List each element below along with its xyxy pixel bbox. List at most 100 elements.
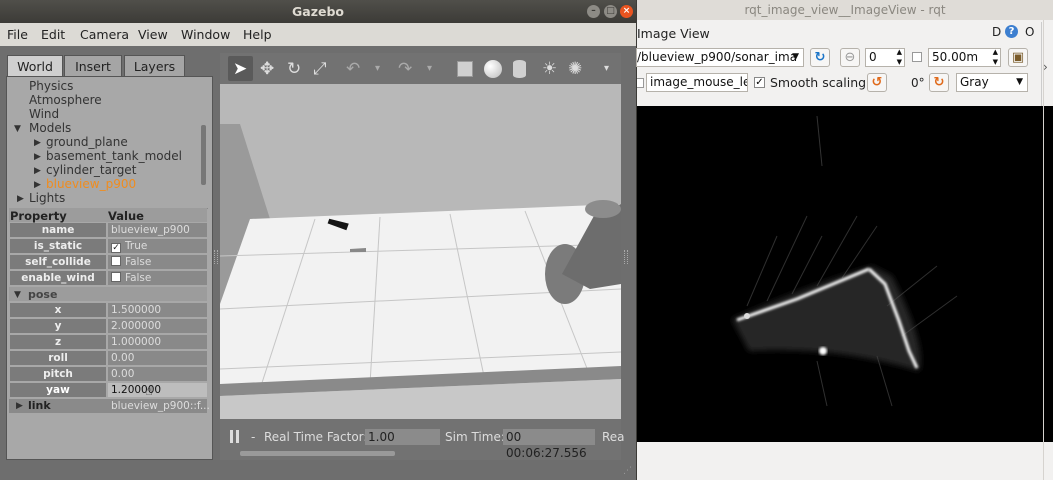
refresh-icon[interactable]: ↻ [810,48,830,67]
zoom-out-icon[interactable]: ⊖ [840,48,860,67]
tree-item-physics[interactable]: Physics [29,79,73,93]
status-area [637,442,1053,480]
color-scheme-select[interactable]: Gray ▼ [956,73,1028,92]
rtf-value: 1.00 [365,429,440,445]
pose-value[interactable]: 0.00 [108,367,207,381]
panel-splitter-handle[interactable] [214,250,218,264]
point-light-icon[interactable]: ☀ [542,59,557,79]
pose-row[interactable]: yaw 1.200000 [10,383,207,397]
smooth-scaling-checkbox[interactable]: ✓ [754,77,765,88]
expand-right-icon[interactable]: ▶ [34,166,41,176]
pose-row[interactable]: roll 0.00 [10,351,207,365]
horizontal-scrollbar[interactable] [240,451,395,456]
cylinder-shape-icon[interactable] [513,60,526,78]
pose-key: roll [10,351,106,365]
tree-item-model-selected[interactable]: blueview_p900 [46,177,136,191]
rotate-left-icon[interactable]: ↺ [867,73,887,92]
tree-item-model[interactable]: ground_plane [46,135,128,149]
tree-item-wind[interactable]: Wind [29,107,59,121]
tab-world[interactable]: World [7,55,63,76]
spin-arrows-icon[interactable]: ▲ ▼ [993,49,998,66]
tree-item-model[interactable]: cylinder_target [46,163,136,177]
pause-icon-bar[interactable] [230,430,233,443]
tree-item-atmosphere[interactable]: Atmosphere [29,93,102,107]
checkbox[interactable] [111,256,121,266]
rotate-right-icon[interactable]: ↻ [929,73,949,92]
undo-dropdown-icon[interactable]: ▾ [375,63,380,74]
pose-value[interactable]: 1.500000 [108,303,207,317]
pose-value-editing[interactable]: 1.200000 [108,383,207,397]
pose-row[interactable]: y 2.000000 [10,319,207,333]
tree-item-models[interactable]: Models [29,121,71,135]
value-header-label: Value [108,209,144,223]
panel-splitter-handle[interactable] [624,250,628,264]
menu-camera[interactable]: Camera [80,27,129,42]
expand-right-icon[interactable]: ▶ [34,138,41,148]
scale-icon[interactable]: ⤢ [313,59,327,79]
tree-item-model[interactable]: basement_tank_model [46,149,182,163]
checkbox-checked[interactable]: ✓ [111,243,121,253]
rtf-label: Real Time Factor: [264,430,368,444]
property-row[interactable]: enable_wind False [10,271,207,285]
property-row[interactable]: is_static ✓ True [10,239,207,253]
select-arrow-icon[interactable]: ➤ [233,59,247,79]
pose-row[interactable]: pitch 0.00 [10,367,207,381]
close-button[interactable]: × [620,5,633,18]
hand-cursor-icon: ☝ [145,384,153,399]
sphere-shape-icon[interactable] [484,60,502,78]
range-checkbox[interactable] [912,52,922,62]
menu-view[interactable]: View [138,27,168,42]
property-row[interactable]: self_collide False [10,255,207,269]
expand-right-icon[interactable]: ▶ [34,180,41,190]
property-value: blueview_p900 [108,223,207,237]
resize-grip-icon[interactable]: ⋰ [623,466,632,476]
tab-layers[interactable]: Layers [124,55,185,76]
expand-right-icon[interactable]: ▶ [16,401,23,411]
tree-item-lights[interactable]: Lights [29,191,65,205]
dock-label[interactable]: D [992,25,1001,39]
tab-insert[interactable]: Insert [64,55,122,76]
pose-value[interactable]: 1.000000 [108,335,207,349]
pause-icon[interactable] [236,430,239,443]
box-shape-icon[interactable] [457,61,473,77]
tree-scrollbar[interactable] [201,125,206,185]
menu-edit[interactable]: Edit [41,27,65,42]
help-icon[interactable]: ? [1005,25,1018,38]
sim-time-label: Sim Time: [445,430,505,444]
scene-viewport[interactable] [220,84,621,419]
range-spinbox[interactable]: 50.00m ▲ ▼ [928,48,1001,67]
maximize-button[interactable]: □ [604,5,617,18]
rotate-icon[interactable]: ↻ [287,59,301,79]
pose-row[interactable]: x 1.500000 [10,303,207,317]
zoom-spinbox[interactable]: 0 ▲ ▼ [865,48,905,67]
checkbox[interactable] [111,272,121,282]
undo-icon[interactable]: ↶ [346,59,360,79]
mouse-topic-input[interactable]: image_mouse_left [646,73,748,92]
expand-down-icon[interactable]: ▼ [14,124,21,134]
redo-icon[interactable]: ↷ [398,59,412,79]
mouse-pub-checkbox[interactable] [637,78,644,88]
real-time-label: Rea [602,430,625,444]
translate-icon[interactable]: ✥ [260,59,274,79]
pose-value[interactable]: 2.000000 [108,319,207,333]
minimize-button[interactable]: – [587,5,600,18]
menu-window[interactable]: Window [181,27,230,42]
spot-light-icon[interactable]: ✺ [568,59,582,79]
expand-right-icon[interactable]: ▶ [17,194,24,204]
topic-select[interactable]: /blueview_p900/sonar_ima ▼ [636,48,804,67]
expand-right-icon[interactable]: ▶ [34,152,41,162]
plugin-title: Image View [637,26,710,41]
sonar-image[interactable] [637,106,1053,442]
spin-arrows-icon[interactable]: ▲ ▼ [897,49,902,66]
save-image-icon[interactable]: ▣ [1008,48,1028,67]
expand-down-icon[interactable]: ▼ [14,290,21,300]
pose-row[interactable]: z 1.000000 [10,335,207,349]
property-row[interactable]: name blueview_p900 [10,223,207,237]
menu-file[interactable]: File [7,27,28,42]
redo-dropdown-icon[interactable]: ▾ [427,63,432,74]
link-value: blueview_p900::f... [111,400,210,412]
menu-help[interactable]: Help [243,27,272,42]
pose-value[interactable]: 0.00 [108,351,207,365]
close-plugin-icon[interactable]: O [1025,25,1034,39]
toolbar-overflow-icon[interactable]: ▾ [604,63,609,74]
